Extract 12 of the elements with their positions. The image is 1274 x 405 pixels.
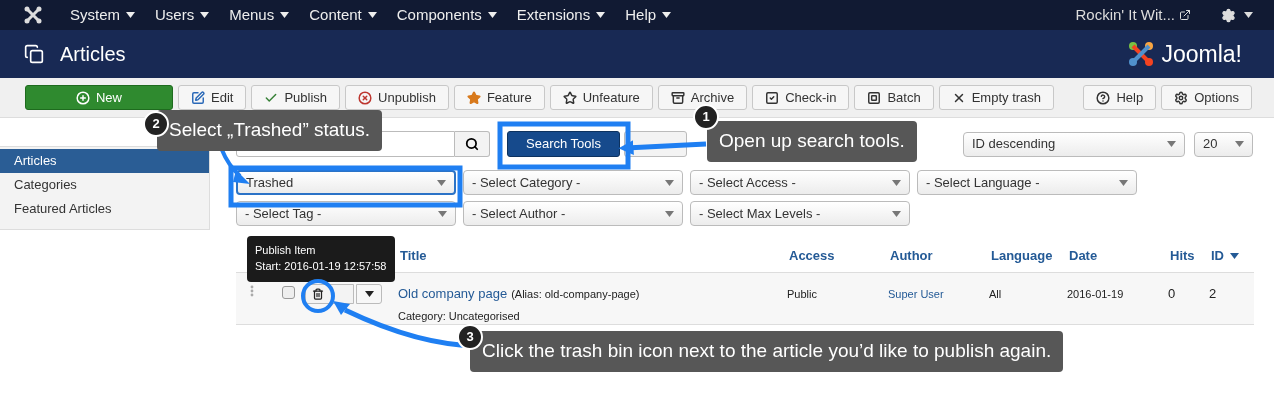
article-category: Category: Uncategorised (398, 308, 521, 324)
table-cell-text: 2016-01-19 (1067, 287, 1125, 302)
table-cell-text: All (989, 287, 1003, 302)
table-cell-text: 2 (1209, 285, 1218, 303)
table-cell-text: Public (787, 287, 818, 302)
article-alias: (Alias: old-company-page) (511, 287, 640, 302)
page-title: Articles (60, 42, 126, 67)
table-cell-text: 0 (1168, 285, 1177, 303)
tooltip: Publish Item Start: 2016-01-19 12:57:58 (247, 236, 395, 282)
joomla-wordmark: Joomla! (1161, 39, 1242, 69)
step-number: 3 (457, 324, 483, 350)
callout-tooltip: Open up search tools. (707, 121, 917, 162)
